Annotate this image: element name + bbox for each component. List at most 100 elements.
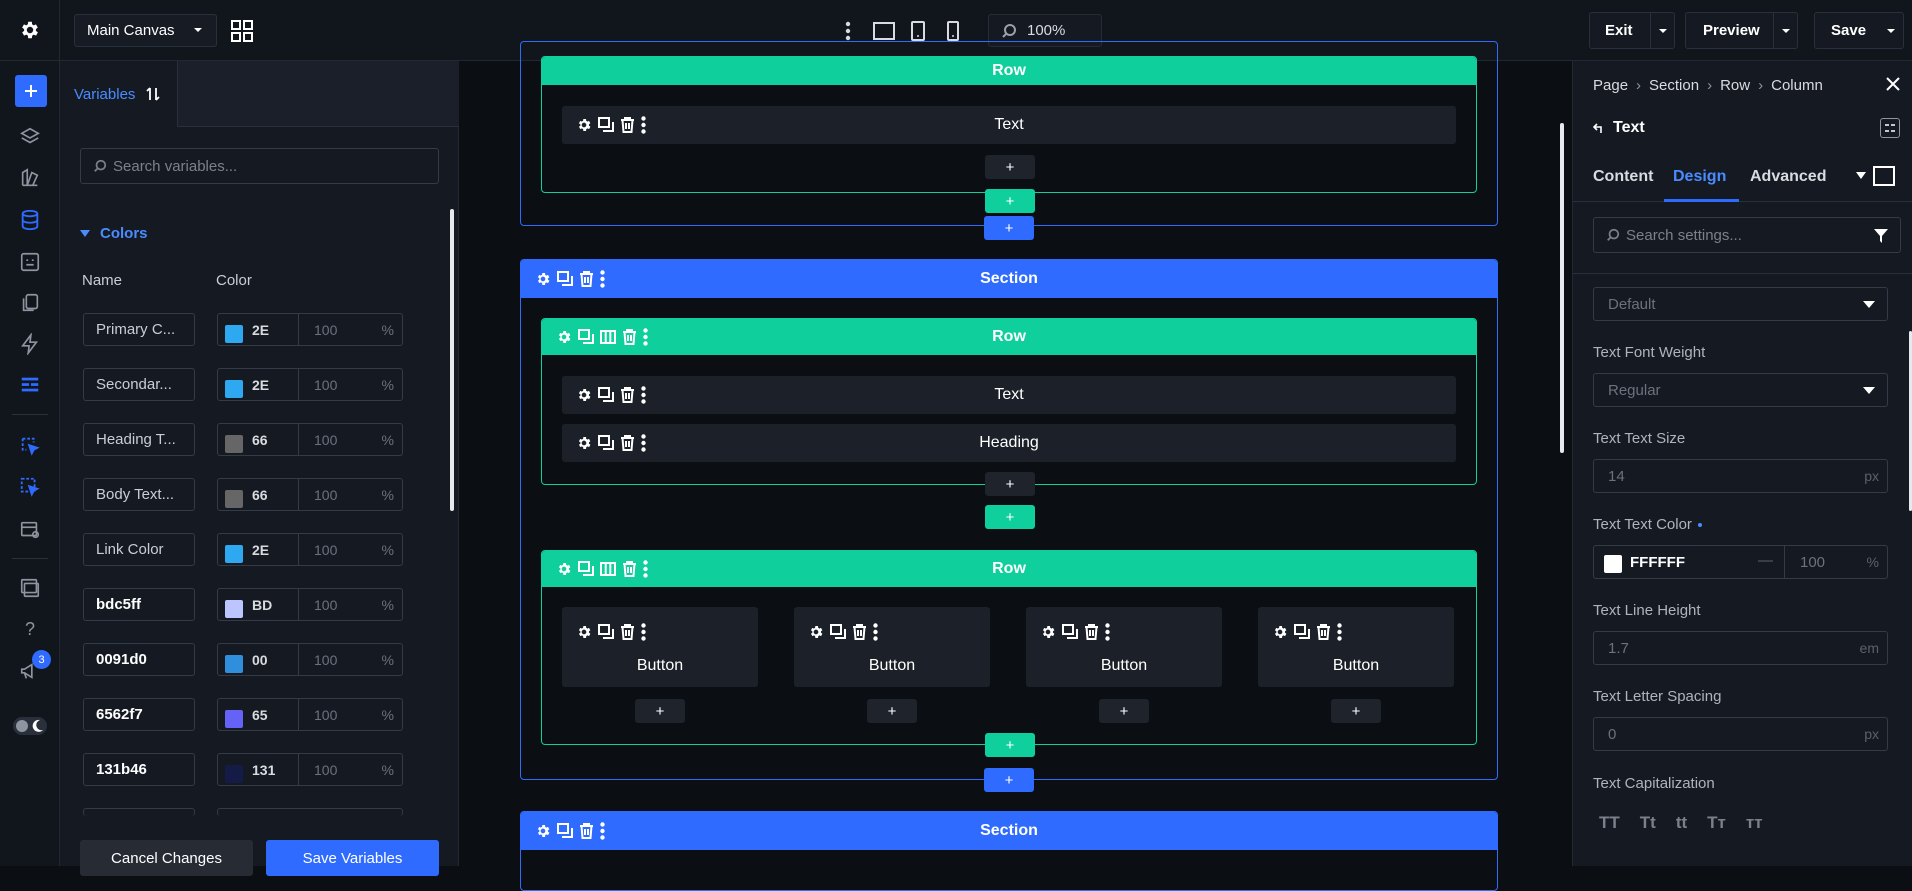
save-button[interactable]: Save xyxy=(1814,12,1904,49)
gear-icon[interactable] xyxy=(576,387,592,403)
heading-element[interactable]: Heading xyxy=(562,424,1456,462)
caret-down-icon[interactable] xyxy=(1856,172,1866,180)
duplicate-icon[interactable] xyxy=(598,117,614,133)
add-section-button[interactable]: + xyxy=(984,768,1034,792)
duplicate-icon[interactable] xyxy=(598,387,614,403)
search-settings-input[interactable]: Search settings... xyxy=(1593,217,1901,253)
trash-icon[interactable] xyxy=(620,117,635,133)
add-row-button[interactable]: + xyxy=(985,505,1035,529)
tab-design[interactable]: Design xyxy=(1673,168,1726,186)
gear-icon[interactable] xyxy=(535,823,551,839)
color-hex-value[interactable]: 2E xyxy=(252,377,269,393)
dynamic-data-icon[interactable] xyxy=(17,249,43,275)
exit-button[interactable]: Exit xyxy=(1589,12,1675,49)
button-element[interactable]: Button xyxy=(1026,607,1222,687)
color-opacity-value[interactable]: 100 xyxy=(314,542,337,558)
trash-icon[interactable] xyxy=(622,329,637,345)
variable-color-field[interactable]: 65 100% xyxy=(217,698,403,731)
add-row-button[interactable]: + xyxy=(985,189,1035,213)
breadcrumb-page[interactable]: Page xyxy=(1593,77,1628,94)
tab-advanced[interactable]: Advanced xyxy=(1750,168,1826,186)
design-library-icon[interactable] xyxy=(17,165,43,191)
variable-name-field[interactable]: Heading T... xyxy=(83,423,195,456)
section[interactable]: Row Text + + + xyxy=(520,41,1498,240)
variable-name-field[interactable]: 6562f7 xyxy=(83,698,195,731)
duplicate-icon[interactable] xyxy=(830,624,846,640)
color-hex-value[interactable]: 66 xyxy=(252,432,268,448)
add-element-button[interactable]: + xyxy=(985,472,1035,496)
search-variables-input[interactable]: Search variables... xyxy=(80,148,439,184)
color-swatch[interactable] xyxy=(225,765,243,783)
text-element[interactable]: Text xyxy=(562,106,1456,144)
duplicate-icon[interactable] xyxy=(598,624,614,640)
duplicate-icon[interactable] xyxy=(1062,624,1078,640)
color-opacity-value[interactable]: 100 xyxy=(314,432,337,448)
duplicate-icon[interactable] xyxy=(578,561,594,577)
variable-color-field[interactable]: BD 100% xyxy=(217,588,403,621)
help-icon[interactable]: ? xyxy=(17,616,43,642)
layout-icon[interactable] xyxy=(17,372,43,398)
section-header[interactable]: Section xyxy=(521,812,1497,850)
gear-icon[interactable] xyxy=(576,435,592,451)
more-vertical-icon[interactable] xyxy=(1105,623,1110,641)
columns-icon[interactable] xyxy=(600,329,616,345)
colors-group-toggle[interactable]: Colors xyxy=(80,225,148,242)
variable-color-field[interactable]: 2E 100% xyxy=(217,368,403,401)
color-opacity-value[interactable]: 100 xyxy=(314,597,337,613)
variable-color-field[interactable]: 66 100% xyxy=(217,478,403,511)
color-hex-value[interactable]: 131 xyxy=(252,762,275,778)
text-color-opacity[interactable]: 100 xyxy=(1800,554,1825,571)
letter-spacing-input[interactable]: 0 px xyxy=(1593,717,1888,751)
row[interactable]: Row Button Button Button Button + + + + … xyxy=(541,550,1477,757)
cancel-changes-button[interactable]: Cancel Changes xyxy=(80,840,253,876)
trash-icon[interactable] xyxy=(620,387,635,403)
add-element-button[interactable]: + xyxy=(635,699,685,723)
theme-toggle[interactable] xyxy=(13,717,47,735)
color-swatch[interactable] xyxy=(225,435,243,453)
gear-icon[interactable] xyxy=(556,329,572,345)
add-section-button[interactable]: + xyxy=(984,216,1034,240)
trash-icon[interactable] xyxy=(1316,624,1331,640)
variable-name-field[interactable]: Secondar... xyxy=(83,368,195,401)
breadcrumb-row[interactable]: Row xyxy=(1720,77,1750,94)
database-icon[interactable] xyxy=(17,207,43,233)
gear-icon[interactable] xyxy=(1272,624,1288,640)
add-element-button[interactable]: + xyxy=(1331,699,1381,723)
color-swatch[interactable] xyxy=(225,545,243,563)
color-hex-value[interactable]: BD xyxy=(252,597,272,613)
responsive-toggle-icon[interactable] xyxy=(1880,118,1900,138)
breadcrumb-column[interactable]: Column xyxy=(1771,77,1823,94)
color-swatch[interactable] xyxy=(225,710,243,728)
trash-icon[interactable] xyxy=(579,271,594,287)
color-opacity-value[interactable]: 100 xyxy=(314,377,337,393)
variable-name-field[interactable]: 0091d0 xyxy=(83,643,195,676)
columns-icon[interactable] xyxy=(600,561,616,577)
variable-name-field[interactable]: Primary C... xyxy=(83,313,195,346)
duplicate-icon[interactable] xyxy=(578,329,594,345)
canvas-scrollbar[interactable] xyxy=(1560,123,1564,453)
variables-scrollbar[interactable] xyxy=(450,209,454,511)
duplicate-icon[interactable] xyxy=(598,435,614,451)
variable-color-field[interactable]: 131 100% xyxy=(217,753,403,786)
sort-icon[interactable] xyxy=(145,86,161,102)
color-opacity-value[interactable]: 100 xyxy=(314,707,337,723)
variable-color-field[interactable]: 2E 100% xyxy=(217,313,403,346)
trash-icon[interactable] xyxy=(620,435,635,451)
line-height-input[interactable]: 1.7 em xyxy=(1593,631,1888,665)
pages-icon[interactable] xyxy=(17,290,43,316)
gear-icon[interactable] xyxy=(576,624,592,640)
breadcrumb-section[interactable]: Section xyxy=(1649,77,1699,94)
font-family-select[interactable]: Default xyxy=(1593,287,1888,321)
variable-color-field[interactable]: 2E 100% xyxy=(217,533,403,566)
device-preview-icon[interactable] xyxy=(1873,166,1895,186)
row-header[interactable]: Row xyxy=(542,551,1476,587)
duplicate-icon[interactable] xyxy=(557,271,573,287)
variable-name-field[interactable]: 131b46 xyxy=(83,753,195,786)
tab-content[interactable]: Content xyxy=(1593,168,1653,186)
row-header[interactable]: Row xyxy=(542,57,1476,85)
text-element[interactable]: Text xyxy=(562,376,1456,414)
color-opacity-value[interactable]: 100 xyxy=(314,652,337,668)
chevron-down-icon[interactable] xyxy=(1885,25,1897,37)
select-section-icon[interactable] xyxy=(17,433,43,459)
trash-icon[interactable] xyxy=(620,624,635,640)
